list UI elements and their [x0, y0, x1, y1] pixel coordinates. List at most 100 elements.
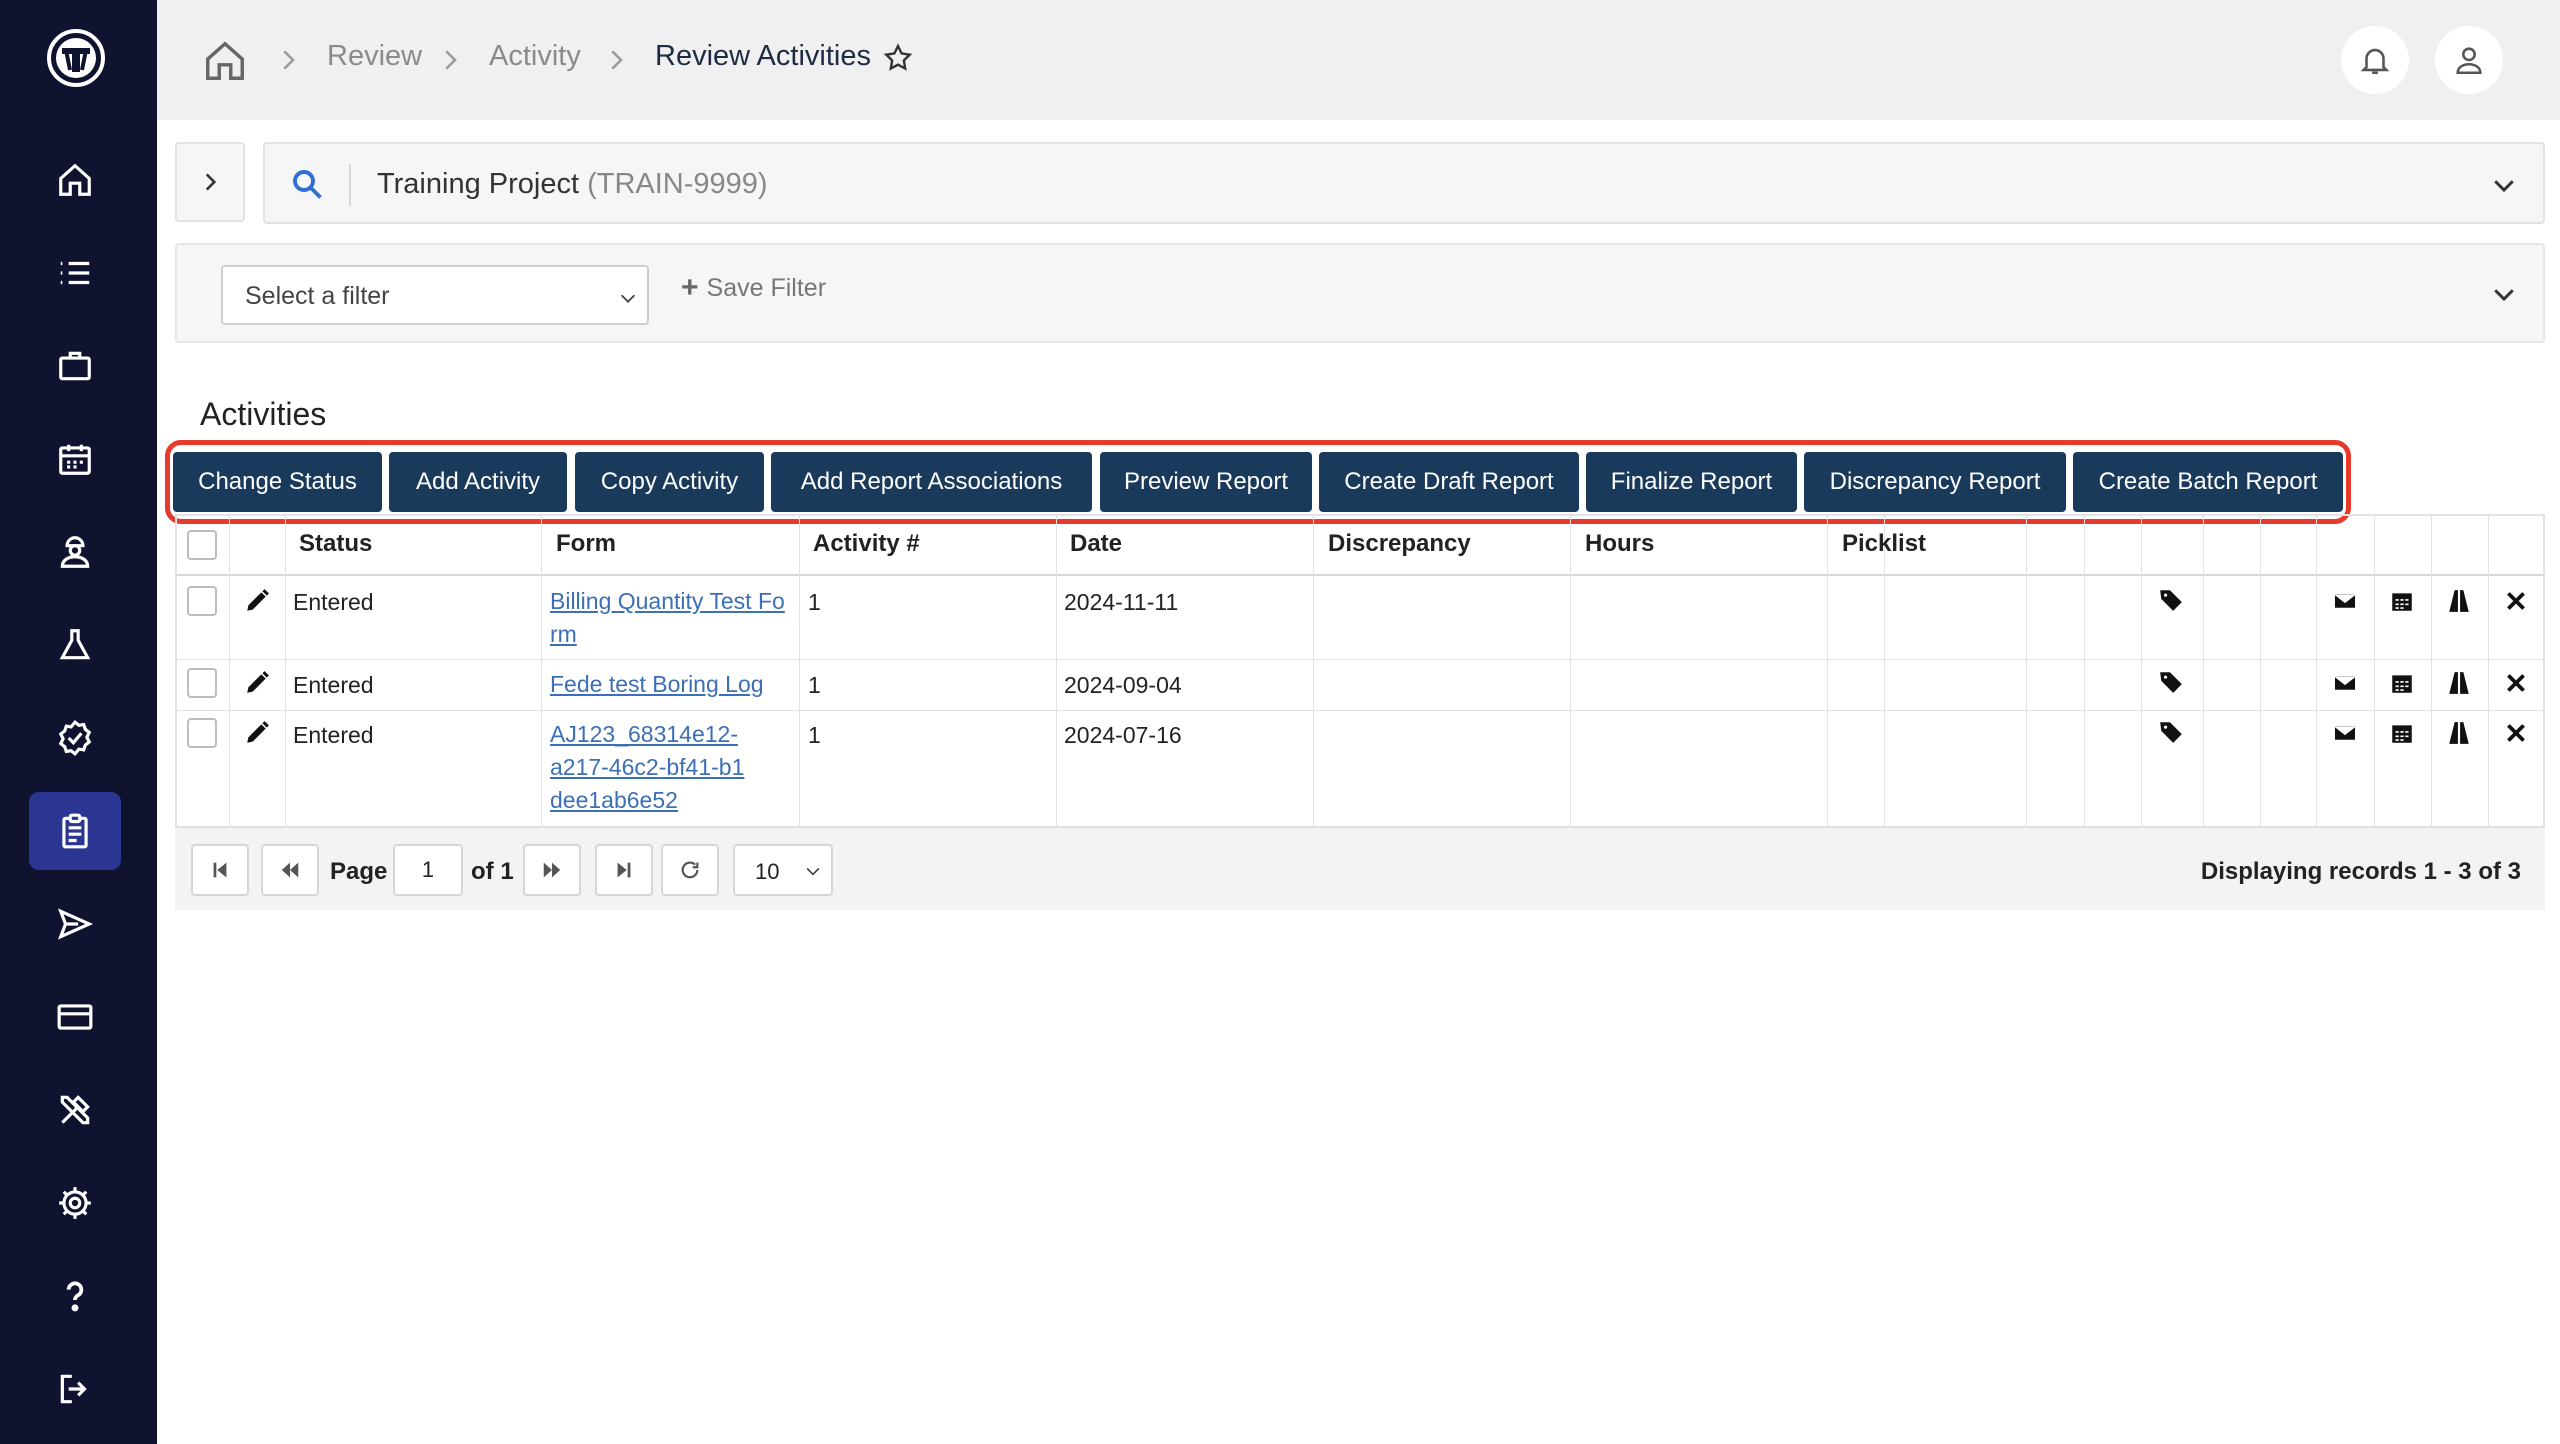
sidebar-item-tools[interactable]	[29, 1071, 121, 1149]
send-icon	[57, 908, 94, 940]
calendar-icon[interactable]	[2389, 670, 2415, 696]
page-size-select[interactable]: 10	[733, 844, 833, 896]
tag-icon[interactable]	[2158, 669, 2184, 695]
sidebar-item-projects[interactable]	[29, 327, 121, 405]
column-header-picklist[interactable]: Picklist	[1842, 530, 1926, 558]
chevron-down-icon	[2494, 180, 2514, 193]
filter-select-value: Select a filter	[245, 282, 390, 310]
page-number-input[interactable]: 1	[393, 844, 463, 896]
app-logo[interactable]	[44, 26, 108, 90]
home-icon	[59, 163, 91, 196]
road-icon[interactable]	[2446, 588, 2472, 614]
plus-icon: +	[681, 271, 699, 304]
date-cell: 2024-07-16	[1064, 722, 1182, 748]
column-header-discrepancy[interactable]: Discrepancy	[1328, 530, 1471, 558]
user-icon	[2456, 47, 2482, 75]
row-checkbox[interactable]	[187, 586, 217, 616]
column-header-status[interactable]: Status	[299, 530, 372, 558]
records-summary: Displaying records 1 - 3 of 3	[2200, 858, 2521, 885]
refresh-button[interactable]	[661, 844, 719, 896]
column-header-date[interactable]: Date	[1070, 530, 1122, 558]
breadcrumb-activity[interactable]: Activity	[489, 40, 581, 73]
sidebar-item-approvals[interactable]	[29, 699, 121, 777]
chevron-right-icon	[205, 173, 217, 191]
star-icon[interactable]	[882, 42, 914, 74]
save-filter-button[interactable]: + Save Filter	[681, 273, 826, 303]
pencil-icon[interactable]	[244, 720, 270, 746]
chevron-down-icon	[806, 867, 820, 876]
fast-forward-icon	[543, 862, 561, 878]
finalize-report-button[interactable]: Finalize Report	[1586, 452, 1797, 512]
add-activity-button[interactable]: Add Activity	[389, 452, 567, 512]
tag-icon[interactable]	[2158, 719, 2184, 745]
divider	[349, 164, 351, 206]
form-link[interactable]: Billing Quantity Test Form	[550, 585, 785, 651]
column-header-hours[interactable]: Hours	[1585, 530, 1654, 558]
copy-activity-button[interactable]: Copy Activity	[575, 452, 764, 512]
credit-card-icon	[57, 1004, 93, 1030]
calendar-icon[interactable]	[2389, 588, 2415, 614]
project-selector[interactable]: Training Project (TRAIN-9999)	[263, 142, 2545, 224]
create-batch-report-button[interactable]: Create Batch Report	[2073, 452, 2343, 512]
row-checkbox[interactable]	[187, 668, 217, 698]
preview-report-button[interactable]: Preview Report	[1100, 452, 1312, 512]
sidebar-item-send[interactable]	[29, 885, 121, 963]
pencil-icon[interactable]	[244, 670, 270, 696]
sidebar-item-workers[interactable]	[29, 513, 121, 591]
previous-page-button[interactable]	[261, 844, 319, 896]
envelope-icon[interactable]	[2332, 588, 2358, 614]
column-header-form[interactable]: Form	[556, 530, 616, 558]
row-checkbox[interactable]	[187, 718, 217, 748]
date-cell: 2024-09-04	[1064, 672, 1182, 698]
chevron-down-icon[interactable]	[2489, 279, 2519, 309]
road-icon[interactable]	[2446, 670, 2472, 696]
next-page-button[interactable]	[523, 844, 581, 896]
list-icon	[60, 261, 90, 285]
sidebar-item-lab[interactable]	[29, 606, 121, 684]
search-icon	[293, 170, 322, 199]
close-icon[interactable]	[2503, 720, 2529, 746]
help-icon	[66, 1281, 84, 1312]
add-report-associations-button[interactable]: Add Report Associations	[771, 452, 1092, 512]
sidebar-item-list[interactable]	[29, 234, 121, 312]
breadcrumb-review[interactable]: Review	[327, 40, 422, 73]
road-icon[interactable]	[2446, 720, 2472, 746]
notifications-button[interactable]	[2341, 26, 2409, 94]
close-icon[interactable]	[2503, 588, 2529, 614]
envelope-icon[interactable]	[2332, 720, 2358, 746]
select-all-checkbox[interactable]	[187, 530, 217, 560]
save-filter-label: Save Filter	[706, 273, 827, 302]
filter-select[interactable]: Select a filter	[221, 265, 649, 325]
user-menu-button[interactable]	[2435, 26, 2503, 94]
home-icon[interactable]	[202, 38, 248, 84]
column-header-activity-number[interactable]: Activity #	[813, 530, 920, 558]
expand-panel-button[interactable]	[175, 142, 245, 222]
envelope-icon[interactable]	[2332, 670, 2358, 696]
change-status-button[interactable]: Change Status	[173, 452, 382, 512]
calendar-icon[interactable]	[2389, 720, 2415, 746]
sidebar-item-review[interactable]	[29, 792, 121, 870]
sidebar-item-help[interactable]	[29, 1257, 121, 1335]
gear-icon	[59, 1187, 91, 1219]
close-icon[interactable]	[2503, 670, 2529, 696]
first-page-icon	[213, 862, 227, 878]
sidebar-item-billing[interactable]	[29, 978, 121, 1056]
project-code: (TRAIN-9999)	[587, 168, 768, 200]
first-page-button[interactable]	[191, 844, 249, 896]
form-link[interactable]: Fede test Boring Log	[550, 668, 785, 701]
sidebar-item-home[interactable]	[29, 141, 121, 219]
pencil-icon[interactable]	[244, 588, 270, 614]
sidebar-item-settings[interactable]	[29, 1164, 121, 1242]
create-draft-report-button[interactable]: Create Draft Report	[1319, 452, 1579, 512]
badge-check-icon	[58, 719, 92, 757]
sidebar-item-calendar[interactable]	[29, 420, 121, 498]
logout-icon	[60, 1374, 87, 1404]
tag-icon[interactable]	[2158, 587, 2184, 613]
filter-panel: Select a filter + Save Filter	[175, 243, 2545, 343]
page-title: Review Activities	[655, 40, 871, 72]
pagination-bar: Page 1 of 1 10 Displaying records 1 - 3 …	[175, 826, 2545, 910]
last-page-button[interactable]	[595, 844, 653, 896]
form-link[interactable]: AJ123_68314e12-a217-46c2-bf41-b1dee1ab6e…	[550, 718, 750, 817]
sidebar-item-logout[interactable]	[29, 1350, 121, 1428]
discrepancy-report-button[interactable]: Discrepancy Report	[1804, 452, 2066, 512]
